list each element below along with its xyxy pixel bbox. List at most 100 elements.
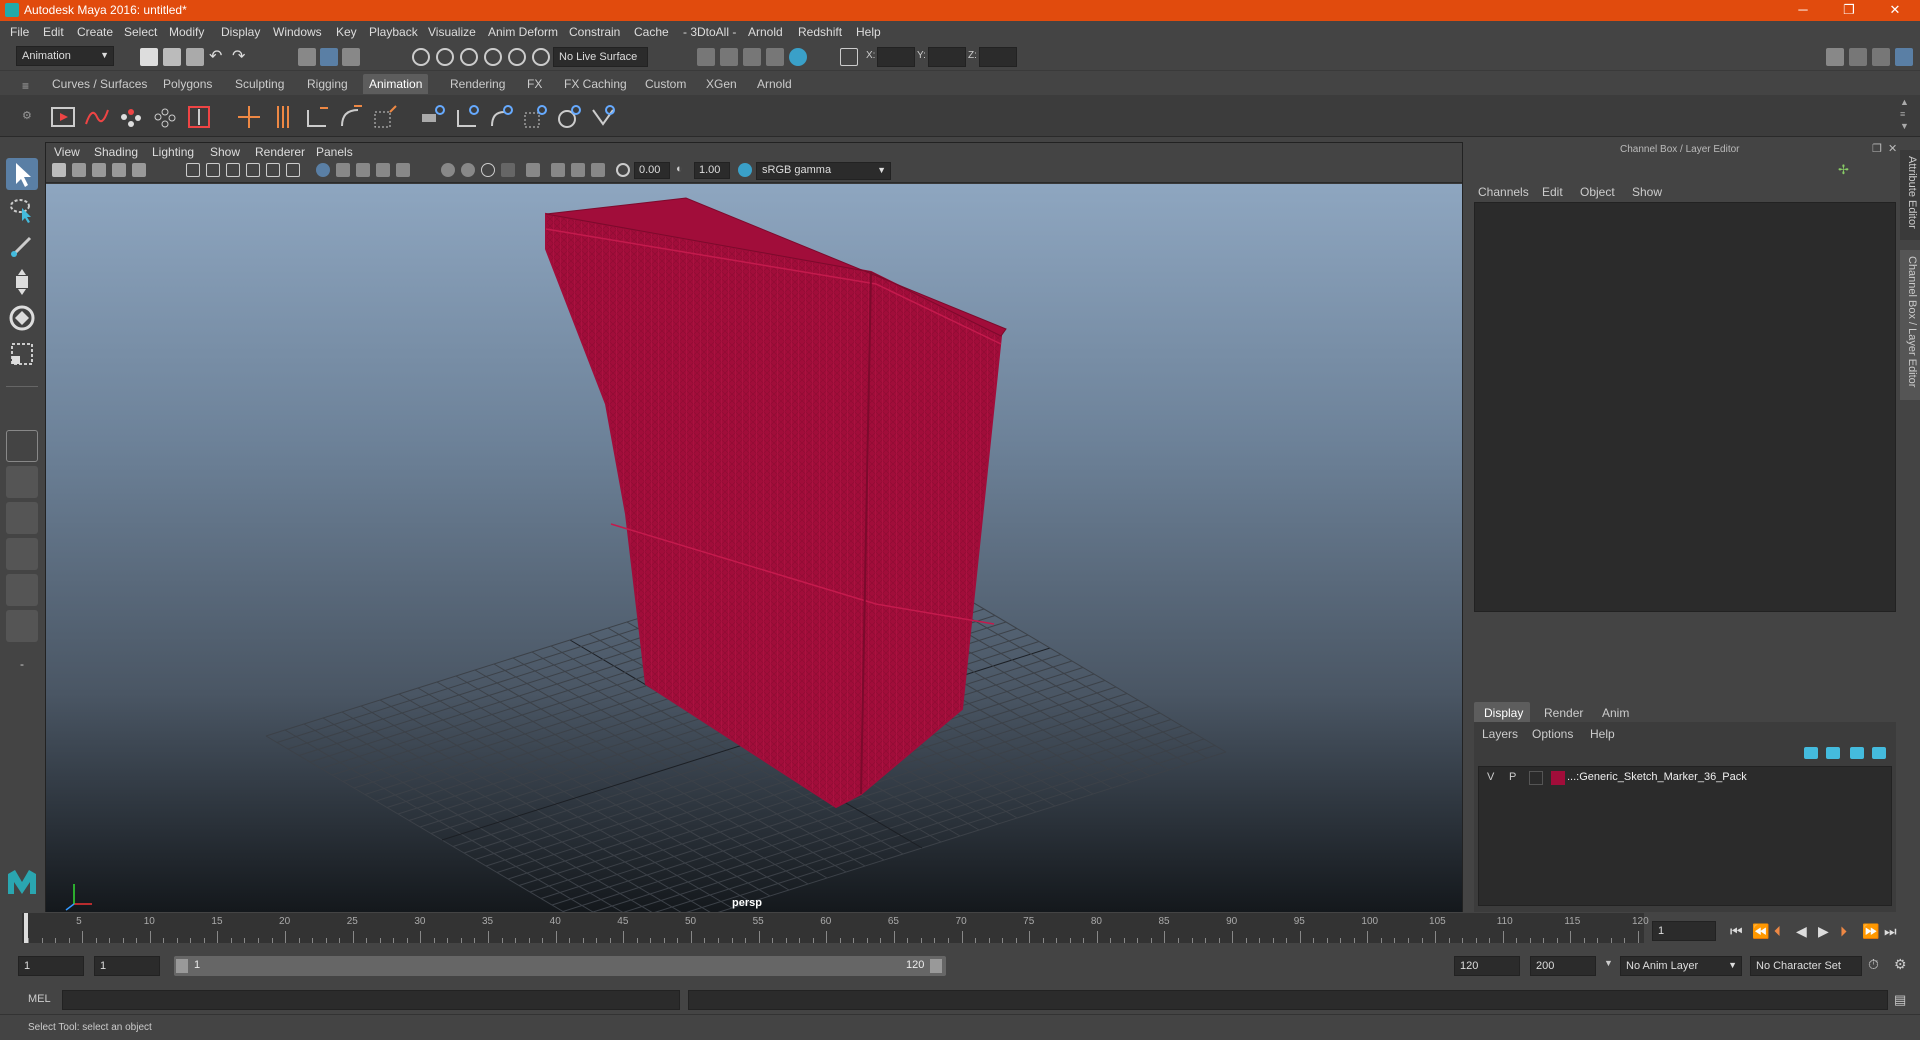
menu-help[interactable]: Help <box>856 25 881 39</box>
playblast-icon[interactable] <box>50 104 76 130</box>
new-empty-layer-icon[interactable] <box>1850 747 1864 759</box>
hypershade-icon[interactable] <box>789 48 807 66</box>
select-object-icon[interactable] <box>320 48 338 66</box>
tab-animation[interactable]: Animation <box>363 74 429 94</box>
persp-uv-layout-button[interactable] <box>6 610 38 642</box>
render-frame-icon[interactable] <box>720 48 738 66</box>
channelbox-menu-channels[interactable]: Channels <box>1478 185 1529 199</box>
menu-cache[interactable]: Cache <box>634 25 669 39</box>
tab-curves-surfaces[interactable]: Curves / Surfaces <box>46 74 153 94</box>
close-panel-icon[interactable]: ✕ <box>1888 142 1897 155</box>
viewport-canvas[interactable]: persp <box>46 184 1462 912</box>
gamma-field[interactable]: 1.00 <box>694 162 730 179</box>
range-bar[interactable]: 1 120 <box>174 956 946 976</box>
viewport-menu-view[interactable]: View <box>54 145 80 159</box>
wireframe-shading-icon[interactable] <box>316 163 330 177</box>
select-hierarchy-icon[interactable] <box>298 48 316 66</box>
render-settings-icon[interactable] <box>766 48 784 66</box>
ik-spline-icon[interactable] <box>338 104 364 130</box>
select-tool[interactable] <box>6 158 38 190</box>
layer-row[interactable]: V P ...:Generic_Sketch_Marker_36_Pack <box>1479 769 1891 787</box>
attribute-editor-toggle-icon[interactable] <box>1849 48 1867 66</box>
four-view-layout-button[interactable] <box>6 466 38 498</box>
tab-xgen[interactable]: XGen <box>700 74 743 94</box>
tab-sculpting[interactable]: Sculpting <box>229 74 290 94</box>
grease-pencil-icon[interactable] <box>132 163 146 177</box>
shelf-scroll-up-icon[interactable]: ▲ <box>1900 97 1909 107</box>
move-layer-down-icon[interactable] <box>1826 747 1840 759</box>
xray-active-icon[interactable] <box>571 163 585 177</box>
menu-create[interactable]: Create <box>77 25 113 39</box>
orient-constraint-icon[interactable] <box>488 104 514 130</box>
start-time-field[interactable]: 1 <box>18 956 84 976</box>
open-scene-icon[interactable] <box>163 48 181 66</box>
tab-anim[interactable]: Anim <box>1602 706 1629 720</box>
tab-arnold[interactable]: Arnold <box>751 74 798 94</box>
menu-constrain[interactable]: Constrain <box>569 25 620 39</box>
isolate-select-icon[interactable] <box>526 163 540 177</box>
tool-settings-toggle-icon[interactable] <box>1872 48 1890 66</box>
menu-file[interactable]: File <box>10 25 29 39</box>
shadows-icon[interactable] <box>441 163 455 177</box>
custom-layout-button[interactable]: - <box>6 650 38 682</box>
menu-edit[interactable]: Edit <box>43 25 64 39</box>
tab-polygons[interactable]: Polygons <box>157 74 218 94</box>
ipr-render-icon[interactable] <box>743 48 761 66</box>
textured-icon[interactable] <box>376 163 390 177</box>
menu-playback[interactable]: Playback <box>369 25 418 39</box>
tab-rigging[interactable]: Rigging <box>301 74 354 94</box>
layers-menu-help[interactable]: Help <box>1590 727 1615 741</box>
snap-rotate-icon[interactable] <box>532 48 550 66</box>
motion-blur-icon[interactable] <box>481 163 495 177</box>
shelf-scroll-down-icon[interactable]: ▼ <box>1900 121 1909 131</box>
viewport-menu-panels[interactable]: Panels <box>316 145 353 159</box>
exposure-icon[interactable] <box>616 163 630 177</box>
motion-path-icon[interactable] <box>186 104 212 130</box>
persp-outliner-layout-button[interactable] <box>6 502 38 534</box>
menu-3dtoall[interactable]: - 3DtoAll - <box>683 25 736 39</box>
snap-live-icon[interactable] <box>508 48 526 66</box>
channelbox-menu-edit[interactable]: Edit <box>1542 185 1563 199</box>
x-field[interactable] <box>877 47 915 67</box>
live-surface-field[interactable]: No Live Surface <box>553 47 648 67</box>
ghost-icon[interactable] <box>118 104 144 130</box>
grid-toggle-icon[interactable] <box>186 163 200 177</box>
range-end-handle[interactable] <box>930 959 942 973</box>
shelf-scroll-menu-icon[interactable]: ≡ <box>1900 109 1905 119</box>
single-perspective-layout-button[interactable] <box>6 430 38 462</box>
move-tool[interactable] <box>6 266 38 298</box>
channel-box-toggle-icon[interactable] <box>1895 48 1913 66</box>
auto-key-icon[interactable]: ⏱ <box>1868 956 1879 973</box>
script-editor-icon[interactable]: ▤ <box>1894 992 1906 1008</box>
undo-icon[interactable]: ↶ <box>209 48 227 66</box>
menu-select[interactable]: Select <box>124 25 157 39</box>
attribute-editor-side-tab[interactable]: Attribute Editor <box>1900 150 1920 240</box>
play-forwards-icon[interactable]: ▶ <box>1818 923 1829 940</box>
move-layer-up-icon[interactable] <box>1804 747 1818 759</box>
snap-point-icon[interactable] <box>460 48 478 66</box>
command-input[interactable] <box>62 990 680 1010</box>
layer-color-swatch[interactable] <box>1551 771 1565 785</box>
create-joint-icon[interactable] <box>236 104 262 130</box>
select-camera-icon[interactable] <box>52 163 66 177</box>
image-plane-icon[interactable] <box>112 163 126 177</box>
current-frame-field[interactable]: 1 <box>1652 921 1716 941</box>
menu-set-dropdown[interactable]: Animation ▼ <box>16 46 114 66</box>
close-button[interactable]: ✕ <box>1872 0 1918 21</box>
channel-box-side-tab[interactable]: Channel Box / Layer Editor <box>1900 250 1920 400</box>
go-to-end-icon[interactable]: ⏭ <box>1884 923 1897 940</box>
field-chart-icon[interactable] <box>266 163 280 177</box>
pole-vector-constraint-icon[interactable] <box>590 104 616 130</box>
motion-trail-icon[interactable] <box>84 104 110 130</box>
play-backwards-icon[interactable]: ◀ <box>1796 923 1807 940</box>
restore-button[interactable]: ❐ <box>1826 0 1872 21</box>
bookmark-icon[interactable] <box>92 163 106 177</box>
axis-widget-icon[interactable]: ✢ <box>1838 162 1849 178</box>
redo-icon[interactable]: ↷ <box>232 48 250 66</box>
step-back-key-icon[interactable]: ⏴ <box>1774 923 1781 940</box>
lasso-tool[interactable] <box>6 194 38 226</box>
persp-graph-layout-button[interactable] <box>6 538 38 570</box>
viewport-menu-show[interactable]: Show <box>210 145 240 159</box>
layers-menu-options[interactable]: Options <box>1532 727 1573 741</box>
viewport-menu-lighting[interactable]: Lighting <box>152 145 194 159</box>
